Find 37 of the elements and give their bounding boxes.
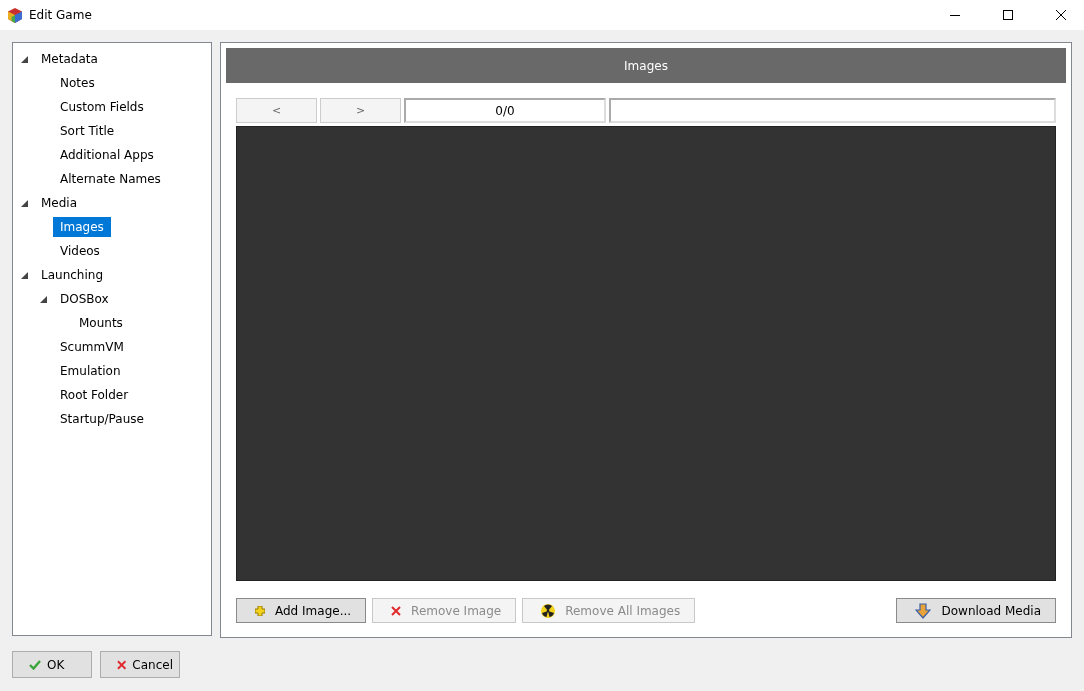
tree-item[interactable]: Custom Fields bbox=[53, 97, 151, 117]
tree-item[interactable]: Alternate Names bbox=[53, 169, 168, 189]
checkmark-icon bbox=[29, 659, 41, 670]
tree-item[interactable]: ScummVM bbox=[53, 337, 131, 357]
tree-item[interactable]: Videos bbox=[53, 241, 107, 261]
previous-button[interactable]: < bbox=[236, 98, 317, 123]
tree-item[interactable]: Images bbox=[53, 217, 111, 237]
tree-item[interactable]: Sort Title bbox=[53, 121, 122, 141]
tree-item[interactable]: Media bbox=[34, 193, 85, 213]
action-button[interactable]: Download Media bbox=[896, 598, 1056, 623]
window-title: Edit Game bbox=[29, 8, 93, 22]
expanded-triangle-icon[interactable] bbox=[21, 199, 28, 207]
expanded-triangle-icon[interactable] bbox=[40, 295, 47, 303]
tree-item[interactable]: Root Folder bbox=[53, 385, 136, 405]
tree-item[interactable]: Emulation bbox=[53, 361, 128, 381]
tree-item[interactable]: Additional Apps bbox=[53, 145, 161, 165]
action-button[interactable]: Add Image... bbox=[236, 598, 367, 623]
tree-item[interactable]: Notes bbox=[53, 73, 102, 93]
image-type-field[interactable] bbox=[609, 98, 1056, 123]
cross-icon bbox=[117, 659, 127, 670]
cancel-button[interactable]: Cancel bbox=[100, 651, 180, 678]
tree-item[interactable]: Startup/Pause bbox=[53, 409, 151, 429]
cube-icon bbox=[8, 7, 22, 23]
download-icon bbox=[915, 602, 932, 619]
tree-item[interactable]: Mounts bbox=[72, 313, 130, 333]
tree-item[interactable]: Launching bbox=[34, 265, 110, 285]
tree-item[interactable]: Metadata bbox=[34, 49, 105, 69]
ok-button[interactable]: OK bbox=[12, 651, 92, 678]
counter-field[interactable]: 0/0 bbox=[404, 98, 606, 123]
plus-icon bbox=[255, 605, 265, 616]
tree-item[interactable]: DOSBox bbox=[53, 289, 116, 309]
expanded-triangle-icon[interactable] bbox=[21, 55, 28, 63]
next-button[interactable]: > bbox=[320, 98, 401, 123]
panel-header: Images bbox=[226, 48, 1066, 83]
cross-icon bbox=[391, 605, 402, 616]
expanded-triangle-icon[interactable] bbox=[21, 271, 28, 279]
radiation-icon bbox=[541, 603, 556, 618]
